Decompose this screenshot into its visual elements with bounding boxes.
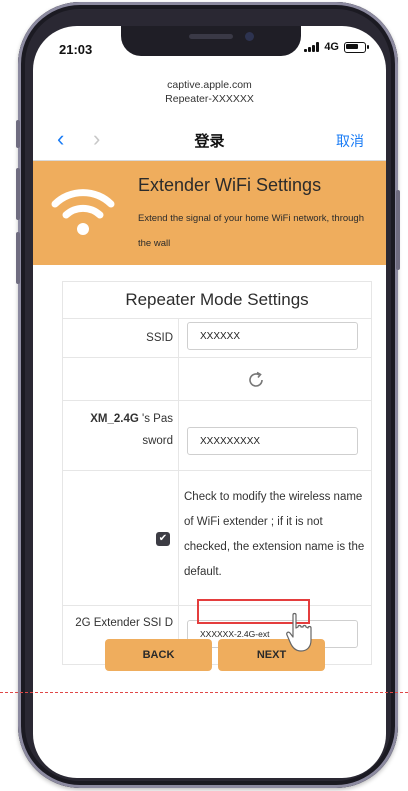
password-label: XM_2.4G 's Pas sword xyxy=(90,413,173,447)
status-bar: 21:03 4G xyxy=(33,26,386,70)
row-divider xyxy=(63,470,371,471)
ssid-input[interactable] xyxy=(187,322,358,350)
refresh-icon[interactable] xyxy=(246,370,266,390)
status-time: 21:03 xyxy=(59,42,93,57)
password-input[interactable] xyxy=(187,427,358,455)
column-divider xyxy=(178,318,179,664)
signal-icon xyxy=(304,42,320,52)
row-divider xyxy=(63,318,371,319)
phone-screen: 21:03 4G captive.apple.com Repeater-XXXX… xyxy=(33,26,386,778)
volume-down-button xyxy=(16,232,20,284)
url-page-title: Repeater-XXXXXX xyxy=(165,93,254,105)
cancel-button[interactable]: 取消 xyxy=(336,131,364,151)
power-button xyxy=(396,190,400,270)
hand-pointer-icon xyxy=(286,612,312,652)
silent-switch xyxy=(16,120,20,148)
network-type: 4G xyxy=(324,41,339,53)
nav-bar: ‹ › 登录 取消 xyxy=(33,118,386,161)
nav-title: 登录 xyxy=(194,133,225,150)
row-divider xyxy=(63,400,371,401)
volume-up-button xyxy=(16,168,20,220)
url-host: captive.apple.com xyxy=(167,79,252,91)
header-banner: Extender WiFi Settings Extend the signal… xyxy=(33,161,386,265)
row-divider xyxy=(63,357,371,358)
modify-name-checkbox[interactable]: ✔ xyxy=(156,532,170,546)
modify-name-notice: Check to modify the wireless name of WiF… xyxy=(184,491,365,578)
url-area: captive.apple.com Repeater-XXXXXX xyxy=(33,78,386,106)
wifi-icon xyxy=(51,189,115,235)
dashed-guide-line xyxy=(0,692,408,693)
banner-subtitle: Extend the signal of your home WiFi netw… xyxy=(138,213,365,249)
status-indicators: 4G xyxy=(304,41,369,53)
extender-ssid-label: 2G Extender SSI D xyxy=(75,617,173,629)
back-button[interactable]: BACK xyxy=(105,639,212,671)
banner-title: Extender WiFi Settings xyxy=(138,175,322,195)
form-heading: Repeater Mode Settings xyxy=(125,290,309,309)
battery-icon xyxy=(344,41,369,53)
ssid-label: SSID xyxy=(146,332,173,344)
